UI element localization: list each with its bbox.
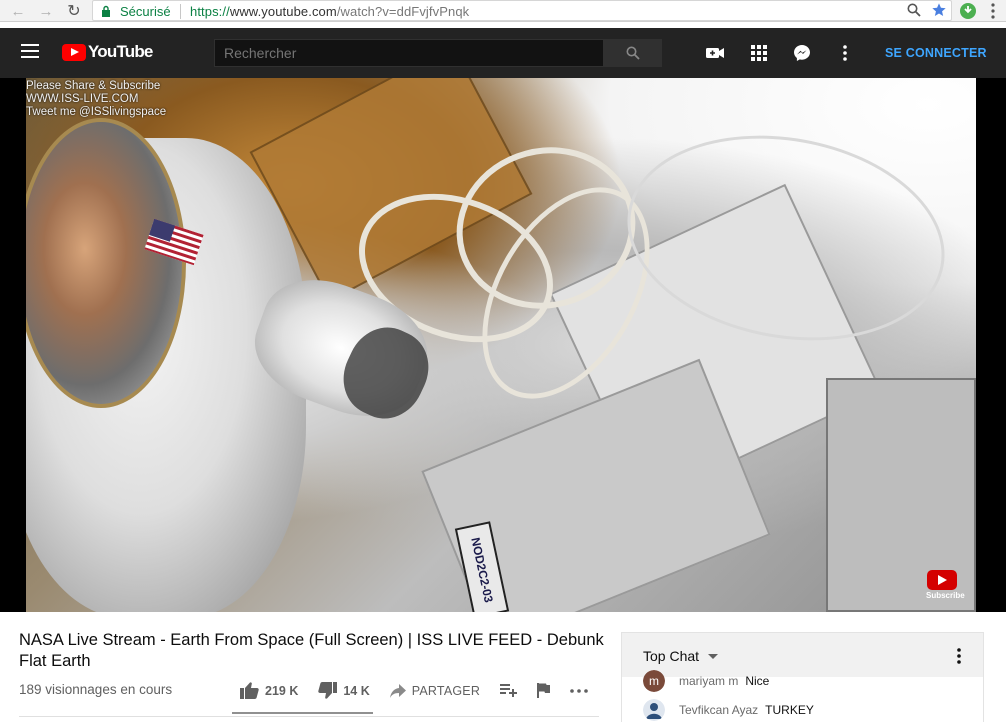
live-chat-panel: Top Chat m mariyam m Nice Tevfikcan Ayaz… [621, 632, 984, 722]
chat-author[interactable]: mariyam m [679, 674, 738, 688]
search-button[interactable] [603, 39, 662, 67]
search-input[interactable] [214, 39, 604, 67]
address-separator [180, 4, 181, 19]
playlist-add-icon [500, 684, 518, 697]
security-label: Sécurisé [120, 4, 171, 19]
url-text[interactable]: https://www.youtube.com/watch?v=ddFvjfvP… [190, 4, 469, 19]
reload-icon[interactable]: ↻ [64, 1, 84, 21]
search-icon [626, 46, 640, 60]
add-to-playlist-button[interactable] [500, 684, 518, 697]
chat-message: m mariyam m Nice [643, 670, 769, 692]
bookmark-star-icon[interactable] [931, 2, 947, 18]
svg-text:m: m [649, 674, 659, 688]
video-overlay-text: Please Share & Subscribe WWW.ISS-LIVE.CO… [26, 80, 167, 118]
youtube-logo[interactable]: YouTube [62, 42, 153, 62]
info-divider [19, 716, 599, 717]
avatar[interactable]: m [643, 670, 665, 692]
flag-icon [537, 683, 551, 698]
chat-more-icon[interactable] [956, 647, 962, 665]
dislike-count: 14 K [343, 683, 370, 698]
video-player[interactable]: Please Share & Subscribe WWW.ISS-LIVE.CO… [0, 78, 1006, 612]
share-arrow-icon [389, 683, 406, 698]
youtube-header: YouTube SE CONNECTER [0, 28, 1006, 78]
like-button[interactable]: 219 K [240, 682, 298, 699]
report-button[interactable] [537, 683, 551, 698]
create-video-icon[interactable] [705, 43, 725, 63]
chat-message: Tevfikcan Ayaz TURKEY [643, 699, 814, 721]
share-button[interactable]: PARTAGER [389, 683, 480, 698]
address-bar[interactable]: Sécurisé https://www.youtube.com/watch?v… [92, 0, 952, 21]
sign-in-button[interactable]: SE CONNECTER [885, 46, 987, 60]
forward-arrow-icon[interactable]: → [36, 1, 56, 21]
thumbs-up-icon [240, 682, 259, 699]
chat-author[interactable]: Tevfikcan Ayaz [679, 703, 758, 717]
browser-toolbar: ← → ↻ Sécurisé https://www.youtube.com/w… [0, 0, 1006, 22]
like-ratio-bar [232, 712, 373, 714]
more-options-icon[interactable] [835, 43, 855, 63]
hamburger-menu-icon[interactable] [21, 44, 39, 58]
video-title: NASA Live Stream - Earth From Space (Ful… [19, 631, 604, 670]
chat-text: Nice [745, 674, 770, 688]
thumbs-down-icon [318, 682, 338, 699]
extension-icon[interactable] [958, 1, 978, 21]
chat-text: TURKEY [765, 703, 814, 717]
view-count: 189 visionnages en cours [19, 682, 173, 697]
subscribe-watermark[interactable]: Subscribe [926, 570, 965, 600]
chat-mode-selector[interactable]: Top Chat [643, 648, 699, 664]
more-actions-button[interactable] [570, 688, 588, 693]
video-frame[interactable]: Please Share & Subscribe WWW.ISS-LIVE.CO… [26, 78, 976, 612]
video-actions: 219 K 14 K PARTAGER [240, 682, 608, 699]
back-arrow-icon[interactable]: ← [8, 1, 28, 21]
lock-icon [102, 5, 110, 17]
browser-menu-icon[interactable] [986, 2, 1000, 20]
like-count: 219 K [265, 683, 299, 698]
more-dots-icon [570, 688, 588, 693]
youtube-play-logo-icon [62, 43, 86, 61]
zoom-icon[interactable] [907, 3, 921, 17]
messages-icon[interactable] [792, 43, 812, 63]
apps-grid-icon[interactable] [749, 43, 769, 63]
chevron-down-icon[interactable] [708, 654, 718, 659]
subscribe-play-icon [927, 570, 957, 590]
avatar[interactable] [643, 699, 665, 721]
dislike-button[interactable]: 14 K [318, 682, 370, 699]
